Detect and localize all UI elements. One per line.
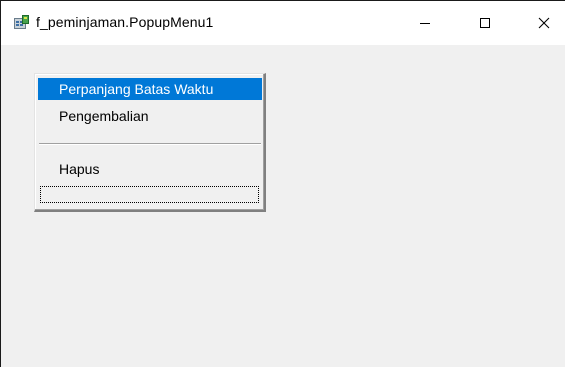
menu-item-new-placeholder[interactable] (40, 186, 259, 203)
menu-item-hapus[interactable]: Hapus (38, 158, 262, 180)
minimize-icon (420, 23, 430, 24)
menu-item-label: Hapus (59, 161, 100, 177)
maximize-icon (480, 18, 490, 28)
close-icon (538, 17, 550, 29)
menu-item-pengembalian[interactable]: Pengembalian (38, 105, 262, 127)
maximize-button[interactable] (462, 1, 508, 45)
menu-separator (39, 143, 261, 145)
delphi-app-icon (14, 15, 29, 29)
menu-item-perpanjang-batas-waktu[interactable]: Perpanjang Batas Waktu (38, 78, 262, 100)
menu-item-label: Pengembalian (59, 108, 149, 124)
designer-window: f_peminjaman.PopupMenu1 Perpanjang Batas… (0, 0, 565, 367)
title-bar[interactable]: f_peminjaman.PopupMenu1 (1, 1, 565, 45)
window-title: f_peminjaman.PopupMenu1 (36, 14, 214, 30)
minimize-button[interactable] (402, 1, 448, 45)
menu-item-label: Perpanjang Batas Waktu (59, 81, 214, 97)
close-button[interactable] (521, 1, 565, 45)
popup-menu: Perpanjang Batas Waktu Pengembalian Hapu… (34, 73, 266, 212)
